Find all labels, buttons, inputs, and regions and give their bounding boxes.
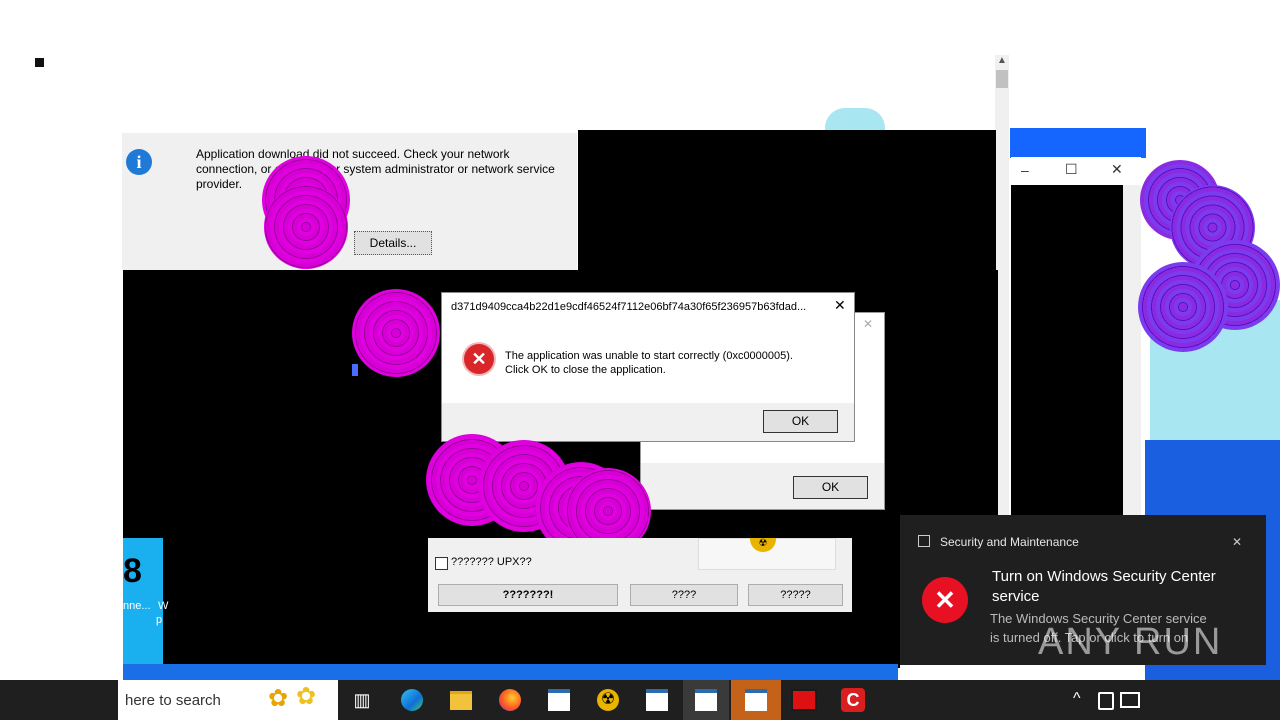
app-window-icon[interactable] bbox=[643, 686, 671, 714]
upx-button-3[interactable]: ????? bbox=[748, 584, 843, 606]
upx-checkbox-label: ??????? UPX?? bbox=[451, 556, 532, 568]
error-message-line: Click OK to close the application. bbox=[505, 364, 666, 376]
task-view-icon[interactable]: ▥ bbox=[348, 686, 376, 714]
upx-dialog: ☢ ??????? UPX?? ???????! ???? ????? bbox=[428, 538, 852, 612]
toast-app-name: Security and Maintenance bbox=[940, 535, 1079, 549]
background-window: – ☐ ✕ bbox=[1011, 157, 1141, 517]
left-fragment-text: nne... bbox=[123, 600, 151, 612]
app-window-icon[interactable] bbox=[545, 686, 573, 714]
scroll-up-arrow-icon[interactable]: ▲ bbox=[995, 55, 1009, 66]
details-button[interactable]: Details... bbox=[354, 231, 432, 255]
security-app-icon[interactable]: C bbox=[839, 686, 867, 714]
error-icon: ✕ bbox=[464, 344, 494, 374]
search-placeholder: here to search bbox=[125, 692, 221, 709]
back-ok-button[interactable]: OK bbox=[793, 476, 868, 499]
upx-checkbox[interactable] bbox=[435, 557, 448, 570]
glitch-pixel bbox=[35, 58, 44, 67]
tray-device-icon[interactable] bbox=[1098, 692, 1114, 710]
flower-icon: ✿ bbox=[296, 683, 317, 710]
info-message-line: Application download did not succeed. Ch… bbox=[196, 147, 510, 161]
minimize-icon[interactable]: – bbox=[1021, 162, 1029, 178]
radiation-app-icon[interactable]: ☢ bbox=[594, 686, 622, 714]
file-explorer-icon[interactable] bbox=[447, 686, 475, 714]
security-maintenance-icon bbox=[918, 535, 930, 547]
flower-icon: ✿ bbox=[268, 685, 289, 712]
left-window-fragment: 8 nne... bbox=[123, 538, 163, 680]
close-icon[interactable]: ✕ bbox=[834, 297, 846, 314]
left-fragment-char: 8 bbox=[123, 552, 142, 590]
left-fragment-text: W bbox=[158, 600, 169, 612]
close-icon[interactable]: ✕ bbox=[1232, 535, 1242, 549]
desktop-strip bbox=[123, 664, 898, 680]
error-message-line: The application was unable to start corr… bbox=[505, 350, 793, 362]
glitch-circle bbox=[264, 185, 348, 269]
info-message-line: provider. bbox=[196, 177, 243, 191]
search-box[interactable]: here to search ✿ ✿ bbox=[118, 680, 338, 720]
close-icon[interactable]: ✕ bbox=[1111, 161, 1123, 178]
toast-notification[interactable]: Security and Maintenance ✕ ✕ Turn on Win… bbox=[900, 515, 1266, 665]
info-message-line: connection, or contact your system admin… bbox=[196, 162, 555, 176]
error-message: The application was unable to start corr… bbox=[505, 349, 845, 377]
scrollbar[interactable] bbox=[1123, 185, 1141, 515]
glitch-circle bbox=[352, 289, 440, 377]
anyrun-watermark: ANY RUN bbox=[1038, 621, 1223, 663]
close-icon[interactable]: ✕ bbox=[863, 317, 873, 331]
app-window-icon[interactable] bbox=[692, 686, 720, 714]
error-dialog-title: d371d9409cca4b22d1e9cdf46524f7112e06bf74… bbox=[451, 301, 807, 313]
tray-chevron-icon[interactable]: ^ bbox=[1073, 690, 1081, 708]
tool-app-icon[interactable] bbox=[790, 686, 818, 714]
info-message: Application download did not succeed. Ch… bbox=[196, 147, 571, 192]
app-window-icon[interactable] bbox=[742, 686, 770, 714]
error-dialog: d371d9409cca4b22d1e9cdf46524f7112e06bf74… bbox=[441, 292, 855, 442]
toast-title: Turn on Windows Security Center service bbox=[992, 567, 1252, 607]
error-icon: ✕ bbox=[922, 577, 968, 623]
info-icon: i bbox=[126, 149, 152, 175]
firefox-icon[interactable] bbox=[496, 686, 524, 714]
maximize-icon[interactable]: ☐ bbox=[1065, 161, 1078, 178]
glitch-pixel bbox=[352, 364, 358, 376]
glitch-circle bbox=[1138, 262, 1228, 352]
upx-button-2[interactable]: ???? bbox=[630, 584, 738, 606]
edge-icon[interactable] bbox=[398, 686, 426, 714]
ok-button[interactable]: OK bbox=[763, 410, 838, 433]
tray-network-icon[interactable] bbox=[1120, 692, 1140, 708]
upx-button-1[interactable]: ???????! bbox=[438, 584, 618, 606]
toast-title-line: Turn on Windows Security Center bbox=[992, 568, 1216, 585]
background-cloud bbox=[825, 108, 885, 130]
left-fragment-text: p bbox=[156, 614, 163, 626]
desktop-glitch bbox=[1010, 128, 1146, 158]
black-window-area bbox=[578, 130, 996, 275]
toast-title-line: service bbox=[992, 588, 1040, 605]
